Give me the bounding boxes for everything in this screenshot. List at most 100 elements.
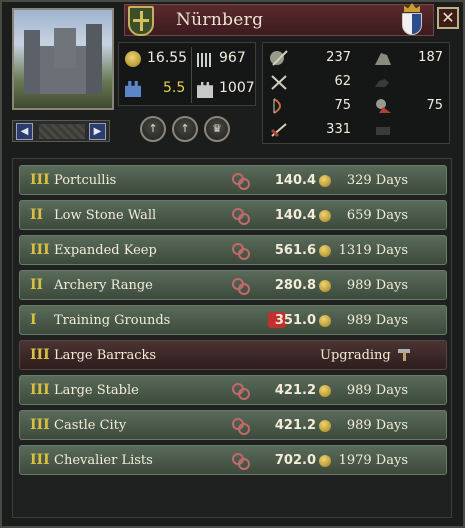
building-name: Training Grounds: [54, 313, 171, 328]
light-cavalry-count: 187: [418, 50, 443, 65]
gold-icon: [319, 315, 331, 327]
raise-levy-button[interactable]: ↑: [140, 116, 166, 142]
heavy-infantry-count: 62: [334, 74, 351, 89]
building-name: Chevalier Lists: [54, 453, 153, 468]
building-cost: 280.8: [274, 278, 316, 293]
heavy-infantry-icon: [271, 75, 287, 90]
gold-icon: [319, 455, 331, 467]
portrait-navigation: ◀ ▶: [12, 120, 110, 142]
building-name: Expanded Keep: [54, 243, 157, 258]
build-time: 329 Days: [346, 173, 408, 188]
prerequisite-chain-icon: [232, 383, 250, 400]
fort-level-value: 5.5: [163, 80, 186, 96]
gold-icon: [319, 385, 331, 397]
stats-divider: [191, 47, 192, 103]
building-cost: 421.2: [274, 418, 316, 433]
building-tier: I: [30, 312, 37, 328]
building-name: Archery Range: [54, 278, 153, 293]
build-time: 1979 Days: [338, 453, 408, 468]
castle-portrait[interactable]: [12, 8, 114, 110]
garrison-value: 1007: [219, 80, 255, 96]
building-row-low-stone-wall[interactable]: II Low Stone Wall 140.4 659 Days: [19, 200, 447, 230]
holding-wealth-value: 16.55: [147, 50, 188, 66]
building-tier: III: [30, 417, 50, 433]
prerequisite-chain-icon: [232, 278, 250, 295]
title-bar: [124, 4, 434, 36]
light-cavalry-icon: [375, 53, 391, 65]
crown-icon: [404, 3, 420, 12]
building-tier: II: [30, 207, 44, 223]
light-infantry-count: 237: [326, 50, 351, 65]
building-row-expanded-keep[interactable]: III Expanded Keep 561.6 1319 Days: [19, 235, 447, 265]
building-cost: 702.0: [274, 453, 316, 468]
prerequisite-chain-icon: [232, 208, 250, 225]
gold-icon: [319, 210, 331, 222]
build-time: 989 Days: [346, 278, 408, 293]
archers-count: 331: [326, 122, 351, 137]
building-name: Low Stone Wall: [54, 208, 157, 223]
holding-coat-of-arms-icon[interactable]: [128, 6, 154, 36]
building-name: Portcullis: [54, 173, 117, 188]
liege-shield-icon: [402, 13, 422, 35]
build-time: 1319 Days: [338, 243, 408, 258]
troop-composition-panel: 237 187 62 75 75 331: [262, 42, 450, 144]
siege-icon: [376, 127, 390, 135]
building-row-chevalier-lists[interactable]: III Chevalier Lists 702.0 1979 Days: [19, 445, 447, 475]
prerequisite-chain-icon: [232, 243, 250, 260]
building-cost: 561.6: [274, 243, 316, 258]
prerequisite-chain-icon: [232, 173, 250, 190]
light-infantry-icon: [270, 50, 288, 66]
building-tier: III: [30, 382, 50, 398]
building-cost: 140.4: [274, 173, 316, 188]
gold-coins-icon: [125, 51, 141, 67]
garrison-icon: [197, 82, 213, 98]
building-row-archery-range[interactable]: II Archery Range 280.8 989 Days: [19, 270, 447, 300]
building-tier: II: [30, 277, 44, 293]
next-holding-button[interactable]: ▶: [89, 123, 106, 140]
holding-name: Nürnberg: [176, 10, 264, 30]
build-time: 659 Days: [346, 208, 408, 223]
building-row-training-grounds[interactable]: I Training Grounds 351.0 989 Days: [19, 305, 447, 335]
gold-icon: [319, 245, 331, 257]
holding-stats-panel: 16.55 967 5.5 1007: [118, 42, 256, 106]
building-row-portcullis[interactable]: III Portcullis 140.4 329 Days: [19, 165, 447, 195]
build-time: 989 Days: [346, 418, 408, 433]
build-time: 989 Days: [346, 313, 408, 328]
fort-level-icon: [125, 81, 141, 97]
levy-size-value: 967: [219, 50, 246, 66]
gold-icon: [319, 175, 331, 187]
hammer-icon: [398, 349, 410, 361]
building-tier: III: [30, 172, 50, 188]
knight-icon: [376, 99, 391, 113]
prerequisite-chain-icon: [232, 453, 250, 470]
archer-icon: [273, 98, 281, 114]
building-tier: III: [30, 242, 50, 258]
building-row-large-barracks[interactable]: III Large Barracks Upgrading: [19, 340, 447, 370]
gold-icon: [319, 420, 331, 432]
liege-coat-of-arms-icon[interactable]: [400, 3, 424, 35]
previous-holding-button[interactable]: ◀: [16, 123, 33, 140]
building-list: III Portcullis 140.4 329 Days II Low Sto…: [12, 158, 452, 518]
building-name: Castle City: [54, 418, 127, 433]
upgrade-holding-button[interactable]: ↑: [172, 116, 198, 142]
castle-keep-illustration: [54, 28, 76, 68]
knights-count: 75: [426, 98, 443, 113]
building-tier: III: [30, 452, 50, 468]
building-name: Large Barracks: [54, 348, 157, 363]
building-cost: 421.2: [274, 383, 316, 398]
upgrade-status: Upgrading: [320, 348, 391, 363]
building-row-large-stable[interactable]: III Large Stable 421.2 989 Days: [19, 375, 447, 405]
building-row-castle-city[interactable]: III Castle City 421.2 989 Days: [19, 410, 447, 440]
horse-archer-icon: [375, 79, 389, 87]
building-cost: 140.4: [274, 208, 316, 223]
levy-icon: [197, 53, 213, 67]
building-tier: III: [30, 347, 50, 363]
building-name: Large Stable: [54, 383, 139, 398]
building-cost: 351.0: [274, 313, 316, 328]
grant-title-button[interactable]: ♛: [204, 116, 230, 142]
sword-icon: [270, 123, 287, 138]
prerequisite-chain-icon: [232, 418, 250, 435]
close-button[interactable]: ✕: [437, 7, 459, 29]
gold-icon: [319, 280, 331, 292]
holding-selector-bar: [39, 124, 85, 139]
